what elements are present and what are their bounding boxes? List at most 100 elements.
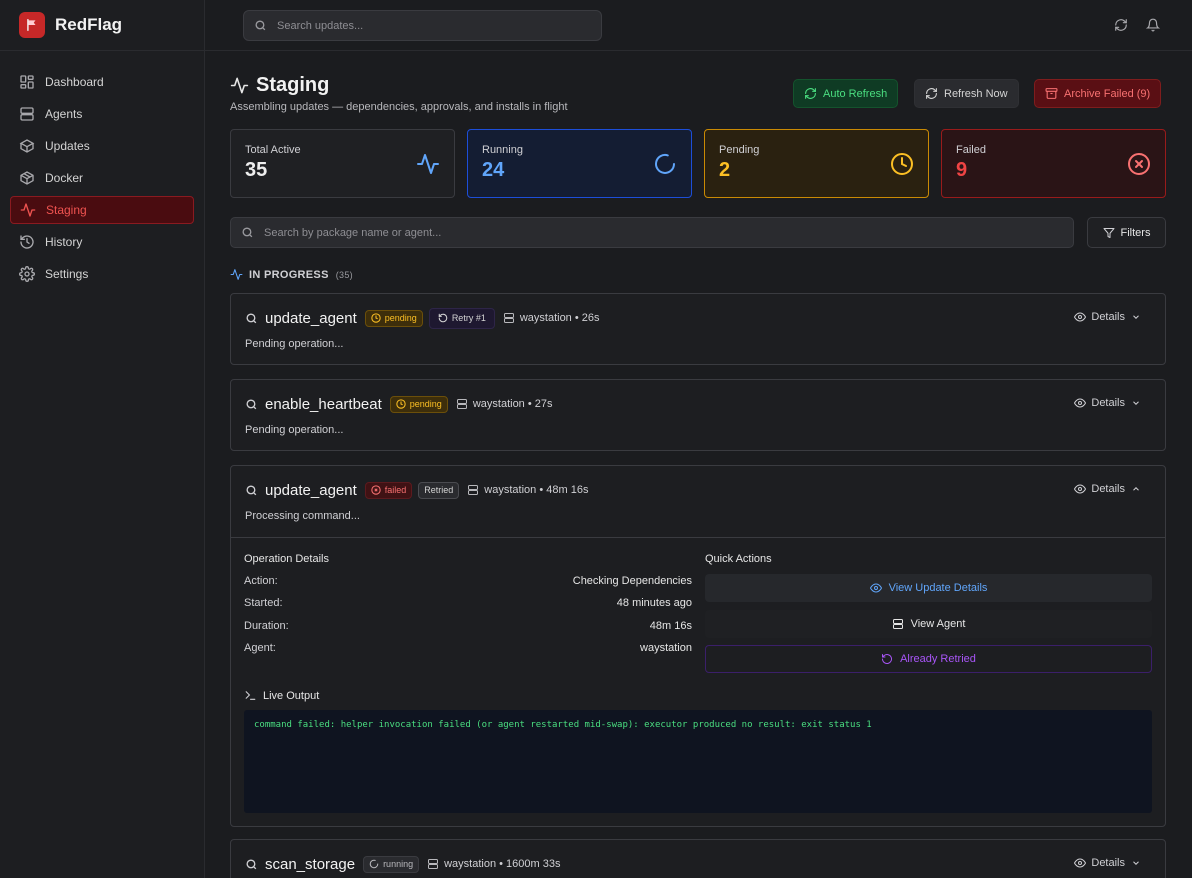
stat-total-active: Total Active 35 <box>230 129 455 198</box>
operation-card-header: update_agent pending Retry #1 waystation… <box>231 294 1165 342</box>
search-input[interactable]: Search updates... <box>243 10 602 41</box>
sidebar-item-label: Staging <box>46 203 87 217</box>
sidebar-item-label: Updates <box>45 139 90 153</box>
search-icon <box>241 226 254 239</box>
operation-card[interactable]: update_agent failed Retried waystation •… <box>230 465 1166 827</box>
agent-meta: waystation • 48m 16s <box>467 484 588 496</box>
operation-card[interactable]: update_agent pending Retry #1 waystation… <box>230 293 1166 365</box>
stat-failed: Failed 9 <box>941 129 1166 198</box>
sidebar-item-label: Agents <box>45 107 83 121</box>
sidebar-item-label: Settings <box>45 267 89 281</box>
sidebar-item-updates[interactable]: Updates <box>10 132 194 160</box>
refresh-now-button[interactable]: Refresh Now <box>914 79 1019 108</box>
live-output-terminal: command failed: helper invocation failed… <box>244 710 1152 813</box>
retry-badge: Retry #1 <box>428 307 495 329</box>
operation-card-header: update_agent failed Retried waystation •… <box>231 466 1165 514</box>
server-icon <box>503 312 515 324</box>
sidebar-item-history[interactable]: History <box>10 228 194 256</box>
agent-name: waystation <box>519 312 572 324</box>
section-title: IN PROGRESS <box>249 268 329 281</box>
detail-value: 48 minutes ago <box>616 597 692 609</box>
page-subtitle: Assembling updates — dependencies, appro… <box>230 101 568 113</box>
view-agent-label: View Agent <box>910 618 966 630</box>
sidebar-item-dashboard[interactable]: Dashboard <box>10 68 194 96</box>
clock-icon <box>371 313 381 323</box>
status-badge: pending <box>389 395 448 413</box>
operation-card[interactable]: scan_storage running waystation • 1600m … <box>230 839 1166 878</box>
section-count: (35) <box>335 269 353 280</box>
details-toggle[interactable]: Details <box>1074 397 1141 409</box>
detail-label: Duration: <box>244 620 289 632</box>
details-label: Details <box>1091 483 1125 495</box>
search-icon <box>245 398 258 411</box>
filter-icon <box>1103 227 1115 239</box>
status-text: failed <box>384 485 407 495</box>
bell-icon[interactable] <box>1146 18 1160 32</box>
page-header: Staging <box>230 74 329 97</box>
gear-icon <box>19 266 35 282</box>
status-badge: pending <box>364 309 423 327</box>
search-placeholder: Search by package name or agent... <box>264 226 442 239</box>
details-label: Details <box>1091 857 1125 869</box>
auto-refresh-button[interactable]: Auto Refresh <box>793 79 899 108</box>
detail-value: 48m 16s <box>649 620 692 632</box>
operation-card[interactable]: enable_heartbeat pending waystation • 27… <box>230 379 1166 451</box>
details-toggle[interactable]: Details <box>1074 483 1141 495</box>
auto-refresh-label: Auto Refresh <box>823 87 888 100</box>
operation-age: 27s <box>534 398 553 410</box>
refresh-now-label: Refresh Now <box>944 87 1008 100</box>
activity-icon <box>230 268 243 281</box>
package-icon <box>19 138 35 154</box>
operation-card-header: scan_storage running waystation • 1600m … <box>231 840 1165 878</box>
status-badge: failed <box>364 481 413 499</box>
eye-icon <box>1074 311 1087 323</box>
operation-age: 1600m 33s <box>506 858 561 870</box>
package-search-input[interactable]: Search by package name or agent... <box>230 217 1074 248</box>
operation-name: update_agent <box>265 481 357 499</box>
history-icon <box>19 234 35 250</box>
brand-name: RedFlag <box>55 15 123 34</box>
refresh-icon <box>925 87 938 100</box>
search-icon <box>254 19 267 32</box>
agent-meta: waystation • 27s <box>456 398 553 410</box>
archive-failed-label: Archive Failed (9) <box>1064 87 1151 100</box>
refresh-icon[interactable] <box>1114 18 1128 32</box>
view-update-details-button[interactable]: View Update Details <box>705 574 1152 602</box>
already-retried-label: Already Retried <box>900 653 976 665</box>
filters-button[interactable]: Filters <box>1087 217 1166 248</box>
operation-age: 48m 16s <box>546 484 589 496</box>
already-retried-button[interactable]: Already Retried <box>705 645 1152 673</box>
status-text: running <box>383 859 414 869</box>
sidebar: RedFlag Dashboard Agents Updates Docker … <box>0 0 205 878</box>
loader-icon <box>369 859 379 869</box>
view-agent-button[interactable]: View Agent <box>705 610 1152 638</box>
quick-actions-title: Quick Actions <box>705 553 772 565</box>
sidebar-item-docker[interactable]: Docker <box>10 164 194 192</box>
search-icon <box>245 484 258 497</box>
chevron-down-icon <box>1131 858 1141 868</box>
sidebar-item-agents[interactable]: Agents <box>10 100 194 128</box>
archive-failed-button[interactable]: Archive Failed (9) <box>1034 79 1162 108</box>
agent-name: waystation <box>472 398 525 410</box>
x-circle-icon <box>1127 152 1151 176</box>
page-title: Staging <box>256 74 330 96</box>
flag-icon <box>19 12 45 38</box>
clock-icon <box>396 399 406 409</box>
sidebar-item-settings[interactable]: Settings <box>10 260 194 288</box>
agent-name: waystation <box>484 484 537 496</box>
details-toggle[interactable]: Details <box>1074 857 1141 869</box>
server-icon <box>467 484 479 496</box>
box-icon <box>19 170 35 186</box>
sidebar-item-staging[interactable]: Staging <box>10 196 194 224</box>
rotate-icon <box>438 313 448 323</box>
loader-icon <box>653 152 677 176</box>
archive-icon <box>1045 87 1058 100</box>
operation-name: update_agent <box>265 309 357 327</box>
sidebar-nav: Dashboard Agents Updates Docker Staging … <box>0 51 204 288</box>
details-toggle[interactable]: Details <box>1074 311 1141 323</box>
chevron-up-icon <box>1131 484 1141 494</box>
operation-message: Pending operation... <box>245 424 344 436</box>
live-output-header: Live Output <box>244 689 319 702</box>
server-icon <box>19 106 35 122</box>
status-text: pending <box>384 313 417 323</box>
